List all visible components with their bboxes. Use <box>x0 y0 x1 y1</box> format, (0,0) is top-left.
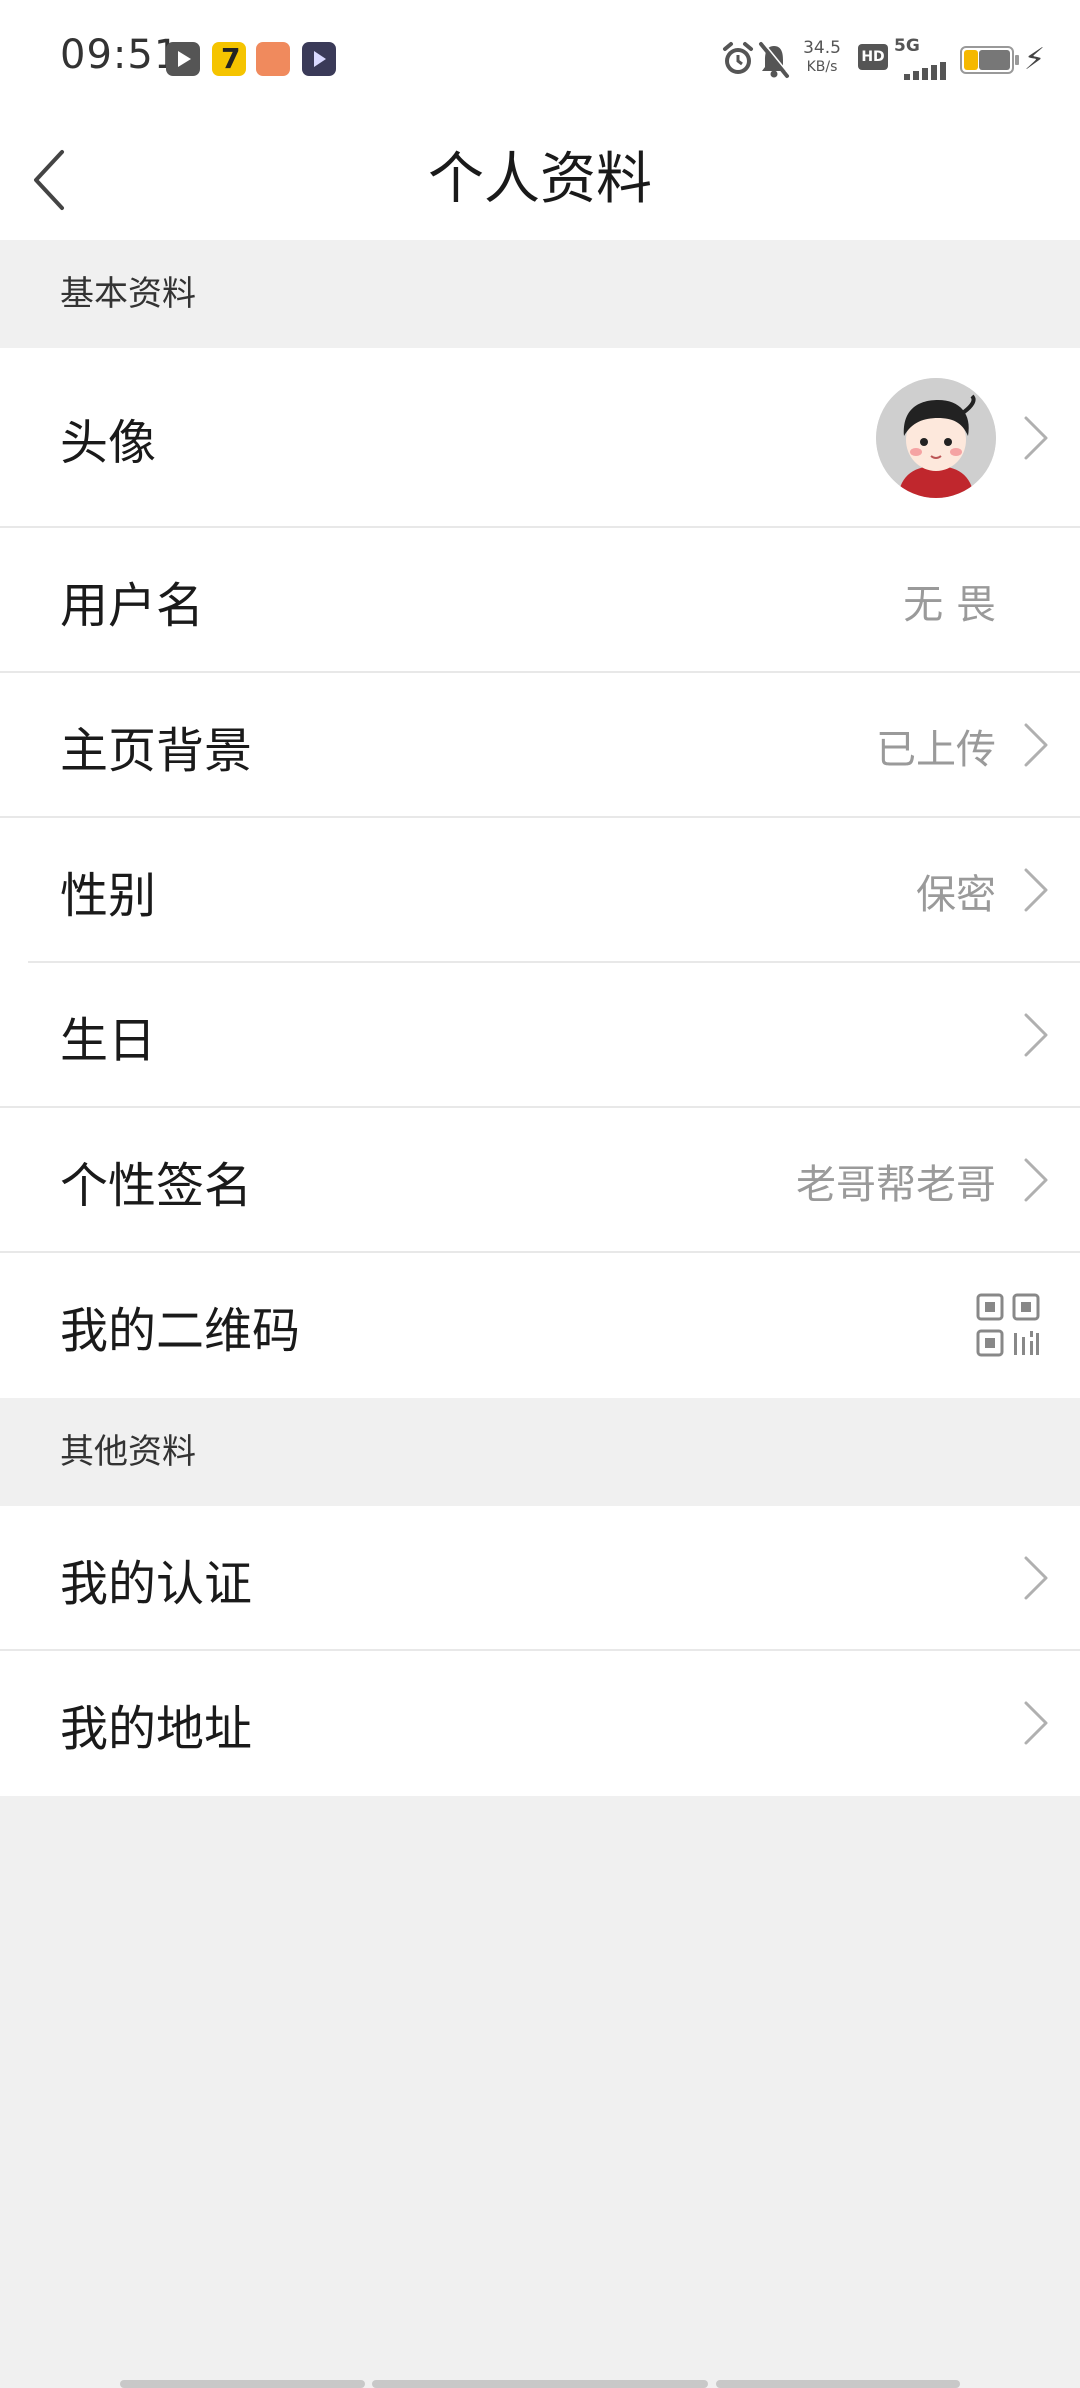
row-label-gender: 性别 <box>60 867 157 924</box>
chevron-right-icon <box>1024 1013 1048 1057</box>
row-username: 用户名 无 畏 <box>0 528 1080 673</box>
row-label-verification: 我的认证 <box>60 1555 253 1612</box>
row-label-signature: 个性签名 <box>60 1157 253 1214</box>
row-label-background: 主页背景 <box>60 722 253 779</box>
signal-icon <box>896 58 946 80</box>
cartoon-app-icon <box>256 42 290 76</box>
chevron-right-icon <box>1024 416 1048 460</box>
status-bar: 09:51 34.5 KB/s HD 5G <box>0 0 1080 120</box>
row-avatar[interactable]: 头像 <box>0 348 1080 528</box>
row-address[interactable]: 我的地址 <box>0 1651 1080 1796</box>
network-type: 5G <box>894 36 920 56</box>
row-label-birthday: 生日 <box>60 1012 157 1069</box>
row-value-background: 已上传 <box>876 726 996 773</box>
row-value-gender: 保密 <box>916 871 996 918</box>
section-header-other: 其他资料 <box>0 1398 1080 1506</box>
hd-badge: HD <box>858 44 888 70</box>
chevron-right-icon <box>1024 723 1048 767</box>
chevron-right-icon <box>1024 1701 1048 1745</box>
row-gender[interactable]: 性别 保密 <box>0 818 1080 963</box>
qrcode-icon <box>976 1293 1040 1357</box>
mute-bell-icon <box>759 41 790 78</box>
row-birthday[interactable]: 生日 <box>0 963 1080 1108</box>
row-signature[interactable]: 个性签名 老哥帮老哥 <box>0 1108 1080 1253</box>
row-value-username: 无 畏 <box>903 581 996 628</box>
row-value-signature: 老哥帮老哥 <box>796 1161 996 1208</box>
net-speed-value: 34.5 <box>803 38 841 58</box>
section-header-basic: 基本资料 <box>0 240 1080 348</box>
net-speed-unit: KB/s <box>806 59 838 75</box>
section-title-other: 其他资料 <box>60 1432 196 1472</box>
video-app-icon <box>166 42 200 76</box>
row-verification[interactable]: 我的认证 <box>0 1506 1080 1651</box>
row-label-avatar: 头像 <box>60 415 157 471</box>
battery-icon <box>960 46 1019 74</box>
avatar-image <box>876 378 996 498</box>
section-title-basic: 基本资料 <box>60 274 196 314</box>
row-qrcode[interactable]: 我的二维码 <box>0 1253 1080 1398</box>
row-background[interactable]: 主页背景 已上传 <box>0 673 1080 818</box>
gesture-bar-right <box>716 2380 960 2388</box>
avatar <box>876 378 996 498</box>
row-label-username: 用户名 <box>60 577 205 634</box>
row-label-address: 我的地址 <box>60 1700 253 1757</box>
seven-app-icon <box>212 42 246 76</box>
gesture-bar-left <box>120 2380 365 2388</box>
page-title: 个人资料 <box>428 147 652 212</box>
status-time: 09:51 <box>60 32 181 78</box>
net-speed: 34.5 KB/s <box>792 39 852 77</box>
chevron-right-icon <box>1024 1556 1048 1600</box>
row-label-qrcode: 我的二维码 <box>60 1302 301 1359</box>
alarm-icon <box>723 42 753 74</box>
chevron-right-icon <box>1024 868 1048 912</box>
chevron-right-icon <box>1024 1158 1048 1202</box>
charging-icon: ⚡ <box>1024 42 1046 77</box>
nav-header: 个人资料 <box>0 120 1080 240</box>
profile-screen: 09:51 34.5 KB/s HD 5G <box>0 0 1080 2388</box>
status-right-group: 34.5 KB/s HD 5G ⚡ <box>720 30 1050 90</box>
player-app-icon <box>302 42 336 76</box>
gesture-bar-center[interactable] <box>372 2380 708 2388</box>
